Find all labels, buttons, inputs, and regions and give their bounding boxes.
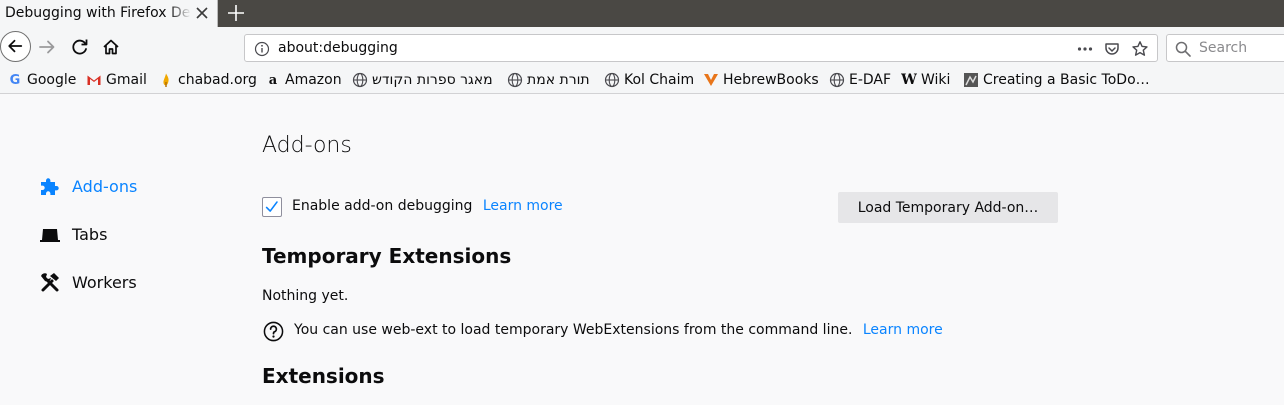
enable-debugging-row: Enable add-on debugging Learn more (292, 198, 563, 214)
bookmark-label: HebrewBooks (723, 72, 819, 88)
bookmark-gmail[interactable]: Gmail (86, 70, 147, 90)
bookmark-basic-todo[interactable]: Creating a Basic ToDo… (963, 70, 1150, 90)
info-icon[interactable] (254, 41, 270, 57)
back-button[interactable] (0, 31, 31, 62)
web-ext-hint-text: You can use web-ext to load temporary We… (294, 322, 853, 338)
extensions-heading: Extensions (262, 364, 385, 388)
back-arrow-icon (8, 39, 23, 53)
learn-more-link[interactable]: Learn more (863, 322, 943, 338)
learn-more-link[interactable]: Learn more (483, 198, 563, 214)
star-bookmark-icon[interactable] (1131, 40, 1149, 58)
load-temporary-addon-button[interactable]: Load Temporary Add-on… (838, 192, 1058, 223)
tools-icon (37, 270, 63, 294)
nothing-yet-text: Nothing yet. (262, 288, 349, 304)
bookmark-hebrew-library[interactable]: מאגר ספרות הקודש (352, 70, 493, 90)
bookmark-label: מאגר ספרות הקודש (372, 72, 493, 88)
gmail-icon (86, 72, 102, 88)
google-icon: G (9, 72, 21, 88)
enable-debugging-checkbox[interactable] (262, 197, 282, 217)
reload-icon[interactable] (65, 32, 95, 62)
bookmarks-toolbar: G Google Gmail chabad.org a Amazon מאגר … (0, 66, 1284, 94)
bookmark-google[interactable]: G Google (7, 70, 77, 90)
sidebar-item-tabs[interactable]: Tabs (37, 222, 107, 246)
nav-bar: about:debugging Search (0, 27, 1284, 66)
page-icon (963, 72, 979, 88)
bookmark-label: Creating a Basic ToDo… (983, 72, 1150, 88)
bookmark-hebrewbooks[interactable]: HebrewBooks (703, 70, 819, 90)
tab-strip: Debugging with Firefox Developer Tools (0, 0, 1284, 27)
bookmark-label: תורת אמת (527, 72, 590, 88)
sidebar-item-label: Add-ons (72, 176, 138, 196)
tab-title: Debugging with Firefox Developer Tools (5, 5, 191, 21)
bookmark-amazon[interactable]: a Amazon (265, 70, 342, 90)
amazon-icon: a (268, 72, 278, 88)
globe-icon (352, 72, 368, 88)
bookmark-label: Amazon (285, 72, 342, 88)
bookmark-kol-chaim[interactable]: Kol Chaim (604, 70, 694, 90)
search-icon (1175, 41, 1191, 57)
home-icon[interactable] (96, 32, 126, 62)
page-actions-icon[interactable] (1076, 40, 1094, 58)
bookmark-wiki[interactable]: W Wiki (901, 70, 950, 90)
chabad-icon (158, 72, 174, 88)
hebrewbooks-icon (703, 72, 719, 88)
temporary-extensions-heading: Temporary Extensions (262, 244, 512, 268)
search-bar[interactable]: Search (1166, 34, 1284, 62)
sidebar-item-addons[interactable]: Add-ons (37, 174, 137, 198)
help-question-icon (263, 321, 284, 342)
url-text[interactable]: about:debugging (278, 40, 398, 56)
bookmark-label: Wiki (921, 72, 951, 88)
sidebar-item-label: Tabs (72, 224, 108, 244)
globe-icon (604, 72, 620, 88)
bookmark-label: E-DAF (849, 72, 892, 88)
web-ext-hint-row: You can use web-ext to load temporary We… (294, 322, 943, 338)
bookmark-e-daf[interactable]: E-DAF (829, 70, 891, 90)
close-icon[interactable] (193, 4, 211, 22)
globe-icon (507, 72, 523, 88)
globe-icon (829, 72, 845, 88)
bookmark-label: Kol Chaim (624, 72, 695, 88)
forward-arrow-icon[interactable] (33, 32, 63, 62)
url-bar[interactable]: about:debugging (244, 34, 1158, 62)
pocket-icon[interactable] (1103, 40, 1121, 58)
new-tab-plus-icon[interactable] (225, 2, 247, 24)
page-title: Add-ons (262, 133, 352, 158)
bookmark-torat-emet[interactable]: תורת אמת (507, 70, 590, 90)
search-placeholder: Search (1199, 40, 1248, 56)
wikipedia-icon: W (901, 72, 917, 88)
checkmark-icon (265, 201, 278, 212)
bookmark-label: Google (27, 72, 77, 88)
bookmark-label: Gmail (106, 72, 147, 88)
tab-active[interactable]: Debugging with Firefox Developer Tools (0, 0, 218, 27)
sidebar-item-workers[interactable]: Workers (37, 270, 137, 294)
sidebar-item-label: Workers (72, 272, 137, 292)
tab-icon (37, 222, 63, 246)
bookmark-label: chabad.org (178, 72, 257, 88)
bookmark-chabad[interactable]: chabad.org (158, 70, 257, 90)
enable-debugging-label[interactable]: Enable add-on debugging (292, 198, 472, 214)
puzzle-icon (37, 174, 63, 198)
